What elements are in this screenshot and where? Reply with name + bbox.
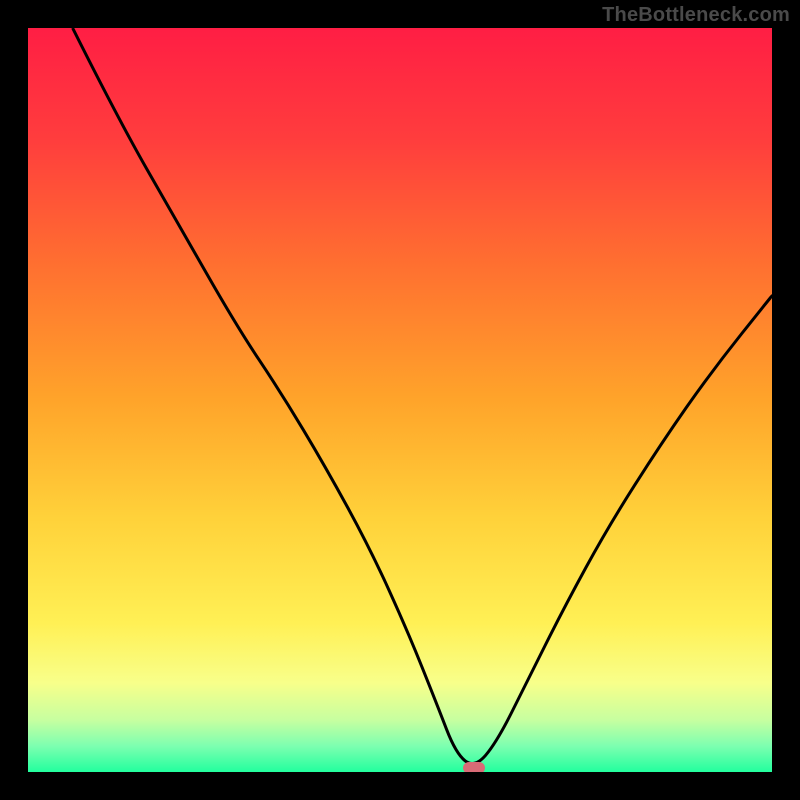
optimal-marker: [463, 762, 485, 772]
watermark-text: TheBottleneck.com: [602, 4, 790, 27]
curve-path: [73, 28, 772, 764]
plot-area: [28, 28, 772, 772]
chart-frame: TheBottleneck.com: [0, 0, 800, 800]
bottleneck-curve: [28, 28, 772, 772]
